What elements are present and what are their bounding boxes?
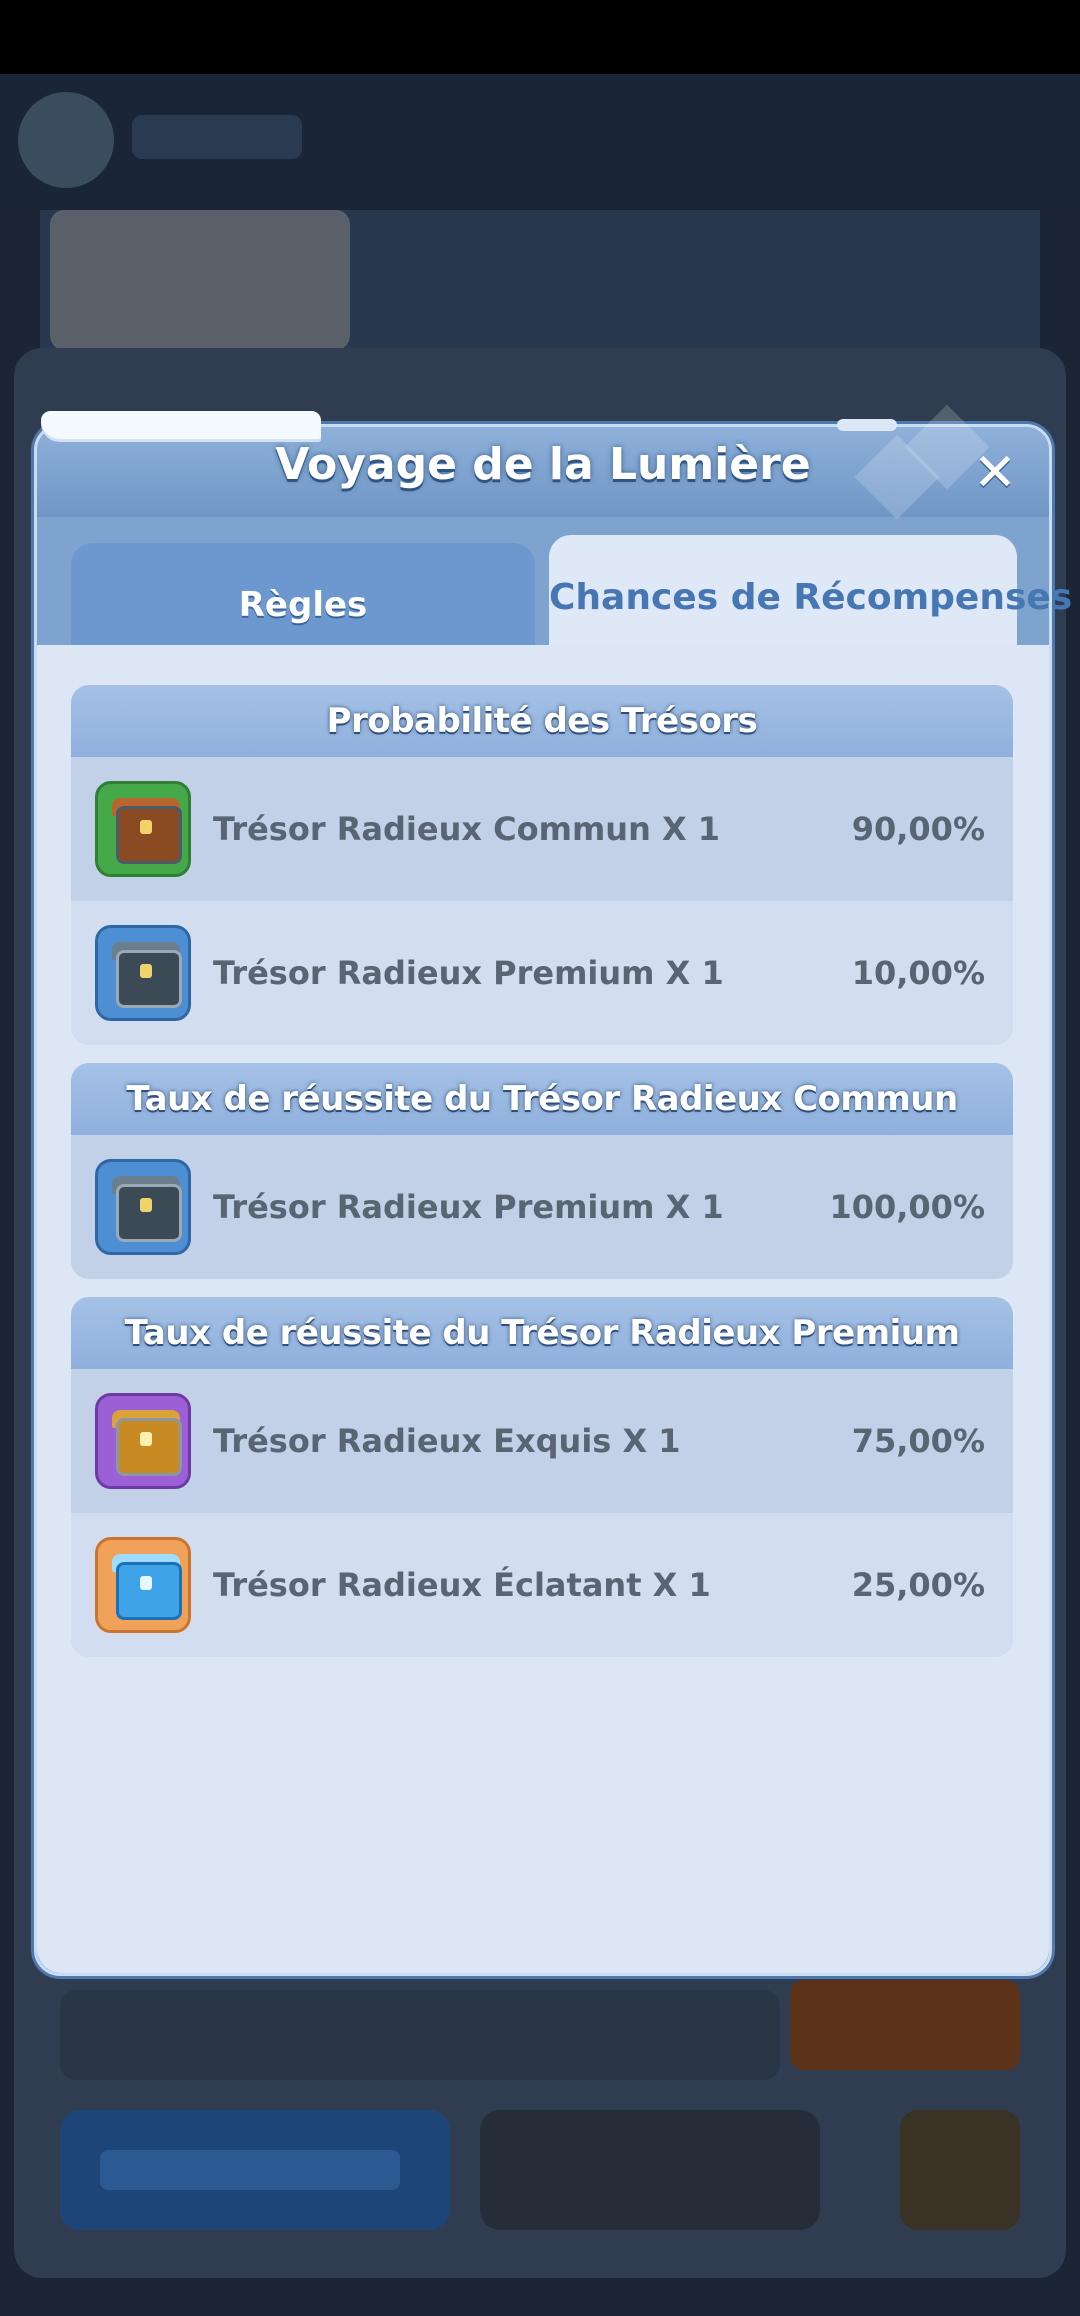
item-name: Trésor Radieux Premium X 1 — [213, 954, 724, 992]
green-chest-icon — [95, 781, 191, 877]
reward-chances-dialog: Voyage de la Lumière ✕ Règles Chances de… — [34, 404, 1073, 1976]
section-header: Taux de réussite du Trésor Radieux Premi… — [71, 1297, 1013, 1369]
section-common-treasure-rates: Taux de réussite du Trésor Radieux Commu… — [71, 1063, 1013, 1279]
background-info-band — [60, 1990, 780, 2080]
item-name: Trésor Radieux Éclatant X 1 — [213, 1566, 711, 1604]
blue-chest-icon — [95, 925, 191, 1021]
item-probability: 100,00% — [829, 1188, 985, 1226]
orange-ice-chest-icon — [95, 1537, 191, 1633]
background-primary-button — [60, 2110, 450, 2230]
item-probability: 25,00% — [851, 1566, 985, 1604]
tab-reward-chances-label: Chances de Récompenses — [549, 577, 1073, 618]
section-header: Taux de réussite du Trésor Radieux Commu… — [71, 1063, 1013, 1135]
section-header: Probabilité des Trésors — [71, 685, 1013, 757]
item-probability: 10,00% — [851, 954, 985, 992]
item-name: Trésor Radieux Premium X 1 — [213, 1188, 724, 1226]
close-icon[interactable]: ✕ — [967, 445, 1023, 501]
item-probability: 90,00% — [851, 810, 985, 848]
item-probability: 75,00% — [851, 1422, 985, 1460]
tab-rules-label: Règles — [238, 585, 368, 625]
item-name: Trésor Radieux Exquis X 1 — [213, 1422, 681, 1460]
tab-reward-chances[interactable]: Chances de Récompenses — [549, 535, 1073, 663]
status-bar — [0, 0, 1080, 74]
background-secondary-button — [480, 2110, 820, 2230]
list-item: Trésor Radieux Premium X 1 100,00% — [71, 1135, 1013, 1279]
list-item: Trésor Radieux Commun X 1 90,00% — [71, 757, 1013, 901]
list-item: Trésor Radieux Exquis X 1 75,00% — [71, 1369, 1013, 1513]
snow-decoration — [837, 419, 897, 431]
dialog-title: Voyage de la Lumière — [275, 439, 811, 490]
background-tab-selected — [50, 210, 350, 350]
background-avatar — [18, 92, 114, 188]
snow-decoration — [41, 411, 321, 439]
reward-chances-content[interactable]: Probabilité des Trésors Trésor Radieux C… — [37, 645, 1049, 1973]
section-premium-treasure-rates: Taux de réussite du Trésor Radieux Premi… — [71, 1297, 1013, 1657]
background-player-name — [132, 115, 302, 159]
section-treasure-probability: Probabilité des Trésors Trésor Radieux C… — [71, 685, 1013, 1045]
background-chest-icon — [900, 2110, 1020, 2230]
list-item: Trésor Radieux Premium X 1 10,00% — [71, 901, 1013, 1045]
list-item: Trésor Radieux Éclatant X 1 25,00% — [71, 1513, 1013, 1657]
blue-chest-icon — [95, 1159, 191, 1255]
item-name: Trésor Radieux Commun X 1 — [213, 810, 721, 848]
purple-gold-chest-icon — [95, 1393, 191, 1489]
background-orange-button — [790, 1980, 1020, 2070]
